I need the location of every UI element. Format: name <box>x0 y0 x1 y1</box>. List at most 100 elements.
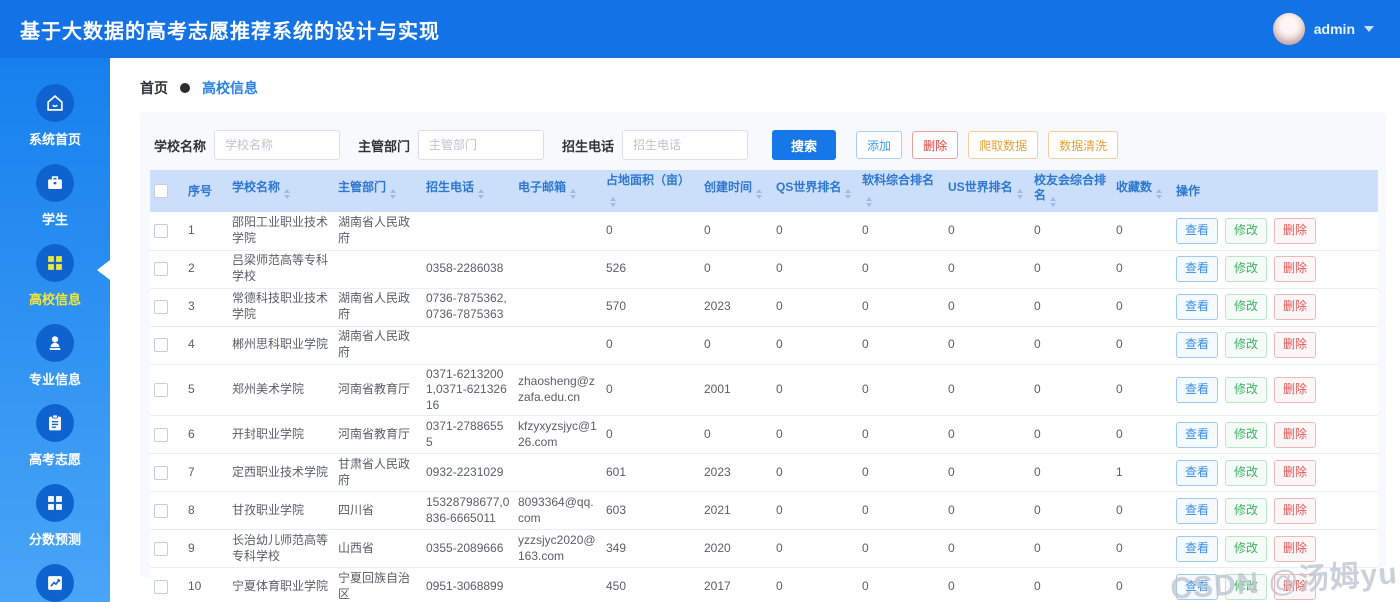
sort-icon[interactable] <box>1016 186 1023 202</box>
sort-icon[interactable] <box>570 186 577 202</box>
delete-button[interactable]: 删除 <box>912 131 959 159</box>
row-checkbox[interactable] <box>154 223 168 238</box>
cell-ops: 查看 修改 删除 <box>1172 567 1378 602</box>
row-checkbox[interactable] <box>154 465 168 480</box>
column-header-qs[interactable]: QS世界排名 <box>772 170 858 212</box>
crawl-data-button[interactable]: 爬取数据 <box>968 131 1039 159</box>
row-checkbox[interactable] <box>154 541 168 556</box>
sort-icon[interactable] <box>390 186 397 202</box>
add-button[interactable]: 添加 <box>856 131 903 159</box>
cell-no: 3 <box>184 288 228 327</box>
view-button[interactable]: 查看 <box>1176 256 1219 282</box>
breadcrumb: 首页 高校信息 <box>140 78 1386 98</box>
department-input[interactable] <box>418 130 545 160</box>
edit-button[interactable]: 修改 <box>1225 256 1268 282</box>
breadcrumb-home[interactable]: 首页 <box>140 78 168 98</box>
view-button[interactable]: 查看 <box>1176 217 1219 244</box>
column-header-phone[interactable]: 招生电话 <box>422 170 514 212</box>
sort-icon[interactable] <box>1050 194 1057 210</box>
view-button[interactable]: 查看 <box>1176 294 1219 320</box>
avatar[interactable] <box>1272 13 1305 45</box>
edit-button[interactable]: 修改 <box>1225 459 1268 486</box>
column-header-created[interactable]: 创建时间 <box>700 170 772 212</box>
search-button[interactable]: 搜索 <box>772 130 837 160</box>
column-header-fav[interactable]: 收藏数 <box>1112 170 1172 212</box>
row-checkbox[interactable] <box>154 382 168 397</box>
column-header-dept[interactable]: 主管部门 <box>334 170 422 212</box>
row-delete-button[interactable]: 删除 <box>1274 421 1317 448</box>
sort-icon[interactable] <box>478 186 485 202</box>
column-header-alumni[interactable]: 校友会综合排名 <box>1030 170 1112 212</box>
row-delete-button[interactable]: 删除 <box>1274 332 1317 358</box>
row-checkbox[interactable] <box>154 262 168 277</box>
cell-soft: 0 <box>858 250 944 289</box>
table-row: 10 宁夏体育职业学院 宁夏回族自治区 0951-3068899 450 2017 0 0 0 0… <box>150 567 1378 602</box>
edit-button[interactable]: 修改 <box>1225 573 1268 600</box>
sidebar-item-student[interactable]: 学生 <box>0 164 110 244</box>
sort-icon[interactable] <box>284 186 291 202</box>
edit-button[interactable]: 修改 <box>1225 535 1268 562</box>
sort-icon[interactable] <box>610 194 616 210</box>
column-header-name[interactable]: 学校名称 <box>228 170 334 212</box>
row-delete-button[interactable]: 删除 <box>1274 377 1317 403</box>
cell-email: 8093364@qq.com <box>514 491 602 531</box>
sort-icon[interactable] <box>845 186 852 202</box>
cell-ops: 查看 修改 删除 <box>1172 453 1378 493</box>
row-delete-button[interactable]: 删除 <box>1274 217 1317 244</box>
column-header-area[interactable]: 占地面积（亩） <box>602 170 700 212</box>
view-button[interactable]: 查看 <box>1176 377 1219 403</box>
data-clean-button[interactable]: 数据清洗 <box>1048 131 1119 159</box>
row-delete-button[interactable]: 删除 <box>1274 535 1317 562</box>
search-label-phone: 招生电话 <box>562 138 615 154</box>
cell-phone: 0951-3068899 <box>422 567 514 602</box>
row-delete-button[interactable]: 删除 <box>1274 256 1317 282</box>
cell-phone: 0371-27886555 <box>422 415 514 455</box>
phone-input[interactable] <box>622 130 749 160</box>
cell-fav: 0 <box>1112 491 1172 531</box>
edit-button[interactable]: 修改 <box>1225 421 1268 448</box>
cell-fav: 0 <box>1112 288 1172 327</box>
row-delete-button[interactable]: 删除 <box>1274 294 1317 320</box>
select-all-checkbox[interactable] <box>154 184 168 199</box>
user-menu[interactable]: admin <box>1272 13 1374 45</box>
view-button[interactable]: 查看 <box>1176 497 1219 524</box>
edit-button[interactable]: 修改 <box>1225 294 1268 320</box>
sidebar-item-major-info[interactable]: 专业信息 <box>0 324 110 404</box>
sidebar-item-visualization[interactable] <box>0 564 110 602</box>
row-checkbox[interactable] <box>154 579 168 594</box>
row-delete-button[interactable]: 删除 <box>1274 497 1317 524</box>
row-checkbox[interactable] <box>154 427 168 442</box>
view-button[interactable]: 查看 <box>1176 535 1219 562</box>
column-header-soft[interactable]: 软科综合排名 <box>858 170 944 212</box>
sidebar-item-gaokao-volunteer[interactable]: 高考志愿 <box>0 404 110 484</box>
cell-fav: 0 <box>1112 326 1172 365</box>
edit-button[interactable]: 修改 <box>1225 497 1268 524</box>
table-row: 1 邵阳工业职业技术学院 湖南省人民政府 0 0 0 0 0 0 0 查看 修改 删除 <box>150 212 1378 251</box>
sort-icon[interactable] <box>1156 186 1163 202</box>
view-button[interactable]: 查看 <box>1176 332 1219 358</box>
sidebar-item-college-info[interactable]: 高校信息 <box>0 244 110 324</box>
row-delete-button[interactable]: 删除 <box>1274 459 1317 486</box>
row-delete-button[interactable]: 删除 <box>1274 573 1317 600</box>
column-header-us[interactable]: US世界排名 <box>944 170 1030 212</box>
sort-icon[interactable] <box>866 194 872 210</box>
school-name-input[interactable] <box>214 130 341 160</box>
edit-button[interactable]: 修改 <box>1225 217 1268 244</box>
sidebar-item-home[interactable]: 系统首页 <box>0 84 110 164</box>
sidebar-item-score-prediction[interactable]: 分数预测 <box>0 484 110 564</box>
column-header-email[interactable]: 电子邮箱 <box>514 170 602 212</box>
sort-icon[interactable] <box>756 186 763 202</box>
view-button[interactable]: 查看 <box>1176 421 1219 448</box>
row-checkbox[interactable] <box>154 300 168 315</box>
edit-button[interactable]: 修改 <box>1225 377 1268 403</box>
edit-button[interactable]: 修改 <box>1225 332 1268 358</box>
view-button[interactable]: 查看 <box>1176 459 1219 486</box>
college-table: 序号 学校名称 主管部门 招生电话 电子邮箱 占地面积（亩） 创建时间 QS世界排名 软科综合排… <box>150 170 1378 602</box>
cell-fav: 0 <box>1112 364 1172 417</box>
cell-email <box>514 567 602 602</box>
cell-area: 349 <box>602 529 700 569</box>
row-checkbox[interactable] <box>154 338 168 353</box>
row-checkbox[interactable] <box>154 503 168 518</box>
breadcrumb-current[interactable]: 高校信息 <box>202 78 258 98</box>
view-button[interactable]: 查看 <box>1176 573 1219 600</box>
